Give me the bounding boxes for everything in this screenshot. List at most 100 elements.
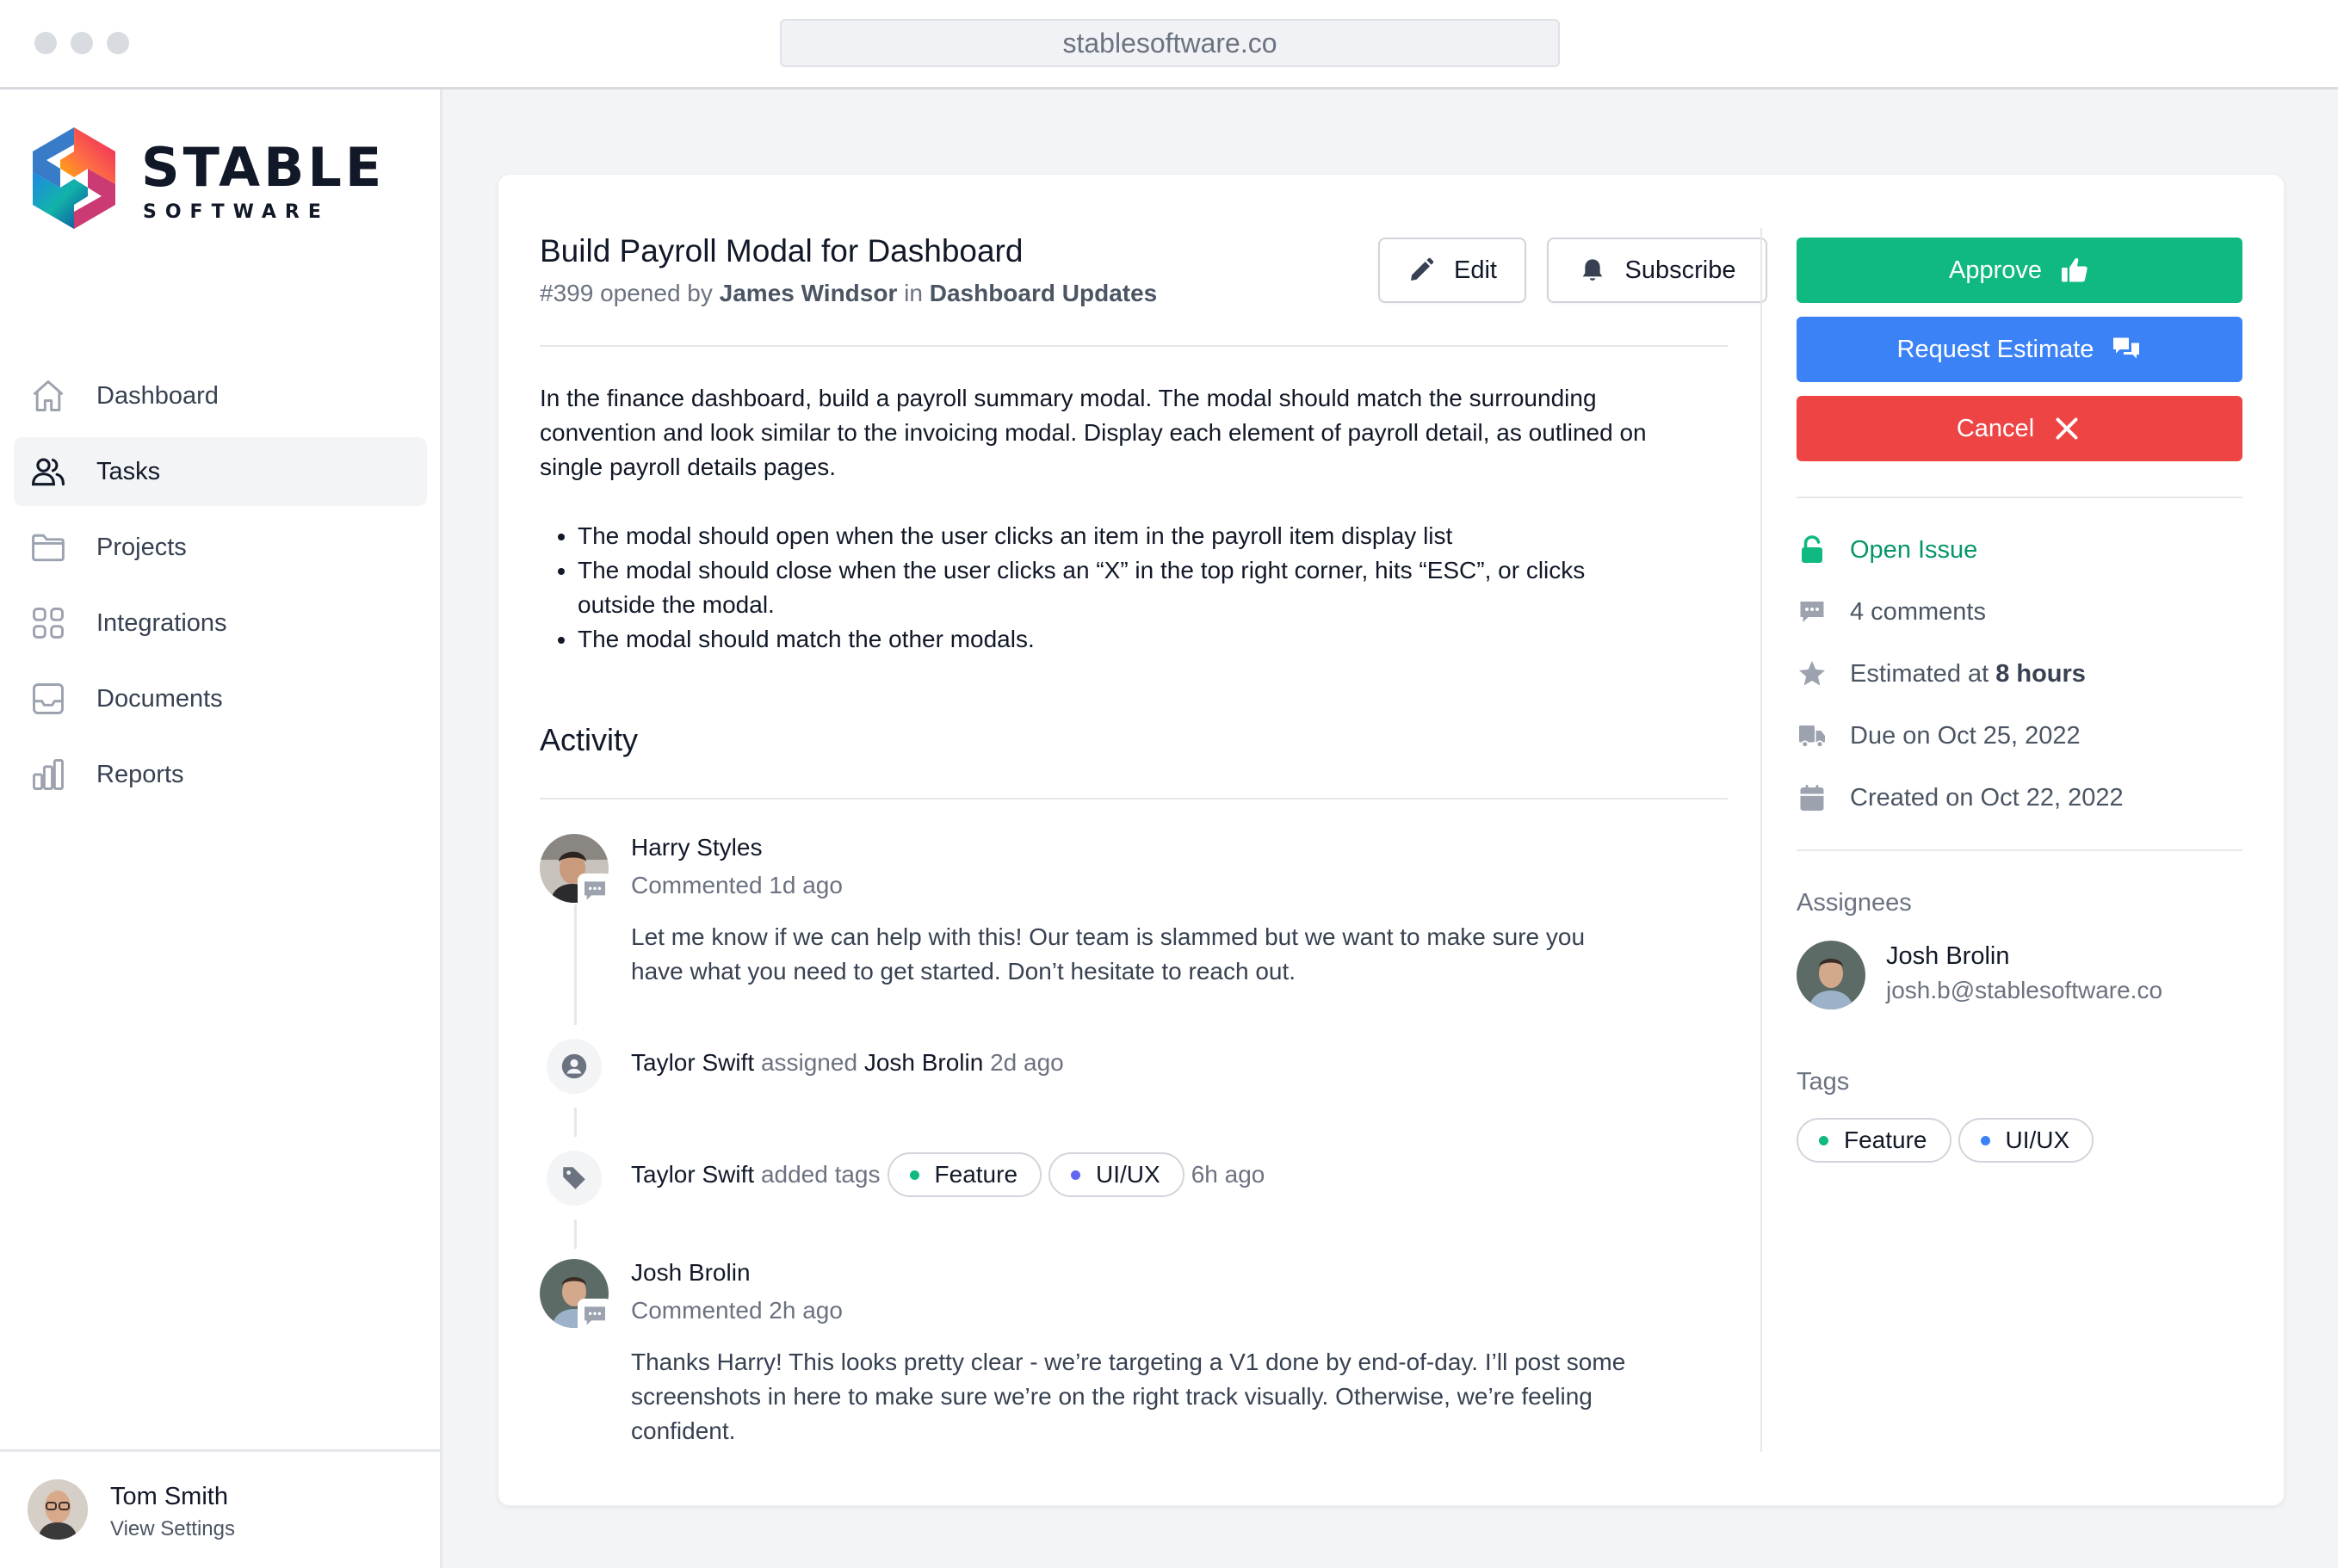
issue-card: Build Payroll Modal for Dashboard #399 o… — [498, 174, 2285, 1506]
star-icon — [1799, 661, 1825, 686]
event-target[interactable]: Josh Brolin — [864, 1049, 984, 1077]
opened-by-label: opened by — [600, 280, 713, 306]
tags-list: Feature UI/UX — [1797, 1118, 2100, 1163]
request-estimate-button[interactable]: Request Estimate — [1797, 317, 2242, 382]
assignment-event-icon-wrap — [547, 1039, 602, 1094]
divider — [540, 345, 1728, 347]
sidebar-item-projects[interactable]: Projects — [14, 513, 427, 582]
tag-dot — [1819, 1135, 1828, 1145]
issue-description: In the finance dashboard, build a payrol… — [540, 385, 1647, 480]
sidebar-item-reports[interactable]: Reports — [14, 740, 427, 809]
subscribe-button[interactable]: Subscribe — [1547, 238, 1767, 303]
grid-icon — [33, 608, 64, 639]
tag-label: UI/UX — [2005, 1127, 2070, 1153]
request-estimate-label: Request Estimate — [1896, 335, 2094, 363]
sidebar-item-label: Reports — [96, 760, 184, 788]
issue-project[interactable]: Dashboard Updates — [930, 280, 1158, 306]
window-maximize-dot[interactable] — [107, 32, 129, 54]
brand-name: STABLE — [141, 136, 386, 199]
bell-icon — [1582, 259, 1602, 281]
brand-logo[interactable]: STABLE SOFTWARE — [26, 124, 387, 236]
issue-main: Build Payroll Modal for Dashboard #399 o… — [540, 175, 1767, 1505]
comment-badge — [578, 1299, 612, 1333]
sidebar-item-label: Dashboard — [96, 381, 219, 410]
issue-title: Build Payroll Modal for Dashboard — [540, 233, 1024, 269]
list-item: The modal should close when the user cli… — [578, 553, 1662, 622]
created-date: Created on Oct 22, 2022 — [1797, 781, 2124, 815]
issue-number: #399 — [540, 280, 594, 306]
list-item: The modal should open when the user clic… — [578, 519, 1662, 553]
avatar — [28, 1479, 88, 1540]
tag-dot — [1071, 1170, 1081, 1180]
stable-logo-icon — [33, 127, 115, 229]
user-profile[interactable]: Tom Smith View Settings — [0, 1449, 440, 1568]
comment-meta: Commented 1d ago — [631, 872, 843, 898]
tag-label: Feature — [934, 1161, 1018, 1188]
divider — [1797, 849, 2242, 851]
tag-label: Feature — [1844, 1127, 1927, 1153]
issue-author[interactable]: James Windsor — [720, 280, 898, 306]
assignment-event: Taylor Swift assigned Josh Brolin 2d ago — [631, 1049, 1064, 1077]
comments-count: 4 comments — [1797, 595, 1986, 629]
sidebar-item-documents[interactable]: Documents — [14, 664, 427, 733]
event-actor[interactable]: Taylor Swift — [631, 1161, 754, 1188]
activity-heading: Activity — [540, 722, 639, 757]
event-verb: added tags — [760, 1161, 881, 1188]
tag-feature[interactable]: Feature — [887, 1152, 1042, 1197]
browser-chrome: stablesoftware.co — [0, 0, 2338, 90]
event-actor[interactable]: Taylor Swift — [631, 1049, 754, 1077]
timeline-connector — [574, 904, 577, 1025]
user-circle-icon — [561, 1053, 587, 1079]
comments-label: 4 comments — [1850, 597, 1986, 626]
chat-icon — [1800, 602, 1824, 622]
issue-sidebar: Approve Request Estimate Cancel Open Iss… — [1797, 175, 2242, 1505]
assignee-email: josh.b@stablesoftware.co — [1886, 977, 2163, 1003]
brand-subtitle: SOFTWARE — [143, 201, 330, 223]
edit-label: Edit — [1454, 256, 1497, 284]
timeline-connector — [574, 1108, 577, 1137]
divider — [1797, 497, 2242, 498]
view-settings-link[interactable]: View Settings — [110, 1517, 235, 1541]
users-icon — [32, 458, 65, 486]
close-icon — [2056, 417, 2078, 440]
tag-uiux[interactable]: UI/UX — [1958, 1118, 2094, 1163]
calendar-icon — [1800, 785, 1824, 811]
comment-body: Let me know if we can help with this! Ou… — [631, 923, 1586, 985]
estimate: Estimated at 8 hours — [1797, 657, 2086, 691]
estimate-value: 8 hours — [1995, 659, 2086, 688]
created-label: Created on Oct 22, 2022 — [1850, 783, 2124, 812]
inbox-icon — [33, 683, 64, 714]
in-label: in — [904, 280, 923, 306]
sidebar-item-tasks[interactable]: Tasks — [14, 437, 427, 506]
sidebar-nav: Dashboard Tasks Projects Integrations Do… — [14, 361, 427, 816]
assignee-name[interactable]: Josh Brolin — [1886, 942, 2009, 971]
sidebar: STABLE SOFTWARE Dashboard Tasks Projects… — [0, 90, 442, 1568]
comment-author[interactable]: Harry Styles — [631, 834, 762, 861]
column-divider — [1760, 228, 1762, 1452]
comment-body: Thanks Harry! This looks pretty clear - … — [631, 1349, 1626, 1444]
comment-badge — [578, 874, 612, 908]
event-time: 6h ago — [1191, 1161, 1265, 1188]
cancel-label: Cancel — [1956, 414, 2035, 442]
approve-button[interactable]: Approve — [1797, 238, 2242, 303]
address-bar[interactable]: stablesoftware.co — [780, 19, 1560, 67]
tag-feature[interactable]: Feature — [1797, 1118, 1951, 1163]
unlock-icon — [1802, 535, 1822, 563]
event-time: 2d ago — [990, 1049, 1064, 1076]
sidebar-item-label: Integrations — [96, 608, 227, 637]
divider — [540, 798, 1728, 799]
cancel-button[interactable]: Cancel — [1797, 396, 2242, 461]
sidebar-item-label: Documents — [96, 684, 223, 713]
subscribe-label: Subscribe — [1624, 256, 1736, 284]
tag-icon — [563, 1167, 585, 1189]
comment-author[interactable]: Josh Brolin — [631, 1259, 751, 1287]
edit-button[interactable]: Edit — [1378, 238, 1526, 303]
tag-uiux[interactable]: UI/UX — [1048, 1152, 1184, 1197]
window-close-dot[interactable] — [34, 32, 57, 54]
requirements-list: The modal should open when the user clic… — [578, 519, 1662, 657]
tag-dot — [1980, 1135, 1990, 1145]
issue-subtitle: #399 opened by James Windsor in Dashboar… — [540, 280, 1157, 307]
window-minimize-dot[interactable] — [71, 32, 93, 54]
sidebar-item-dashboard[interactable]: Dashboard — [14, 361, 427, 430]
sidebar-item-integrations[interactable]: Integrations — [14, 589, 427, 657]
